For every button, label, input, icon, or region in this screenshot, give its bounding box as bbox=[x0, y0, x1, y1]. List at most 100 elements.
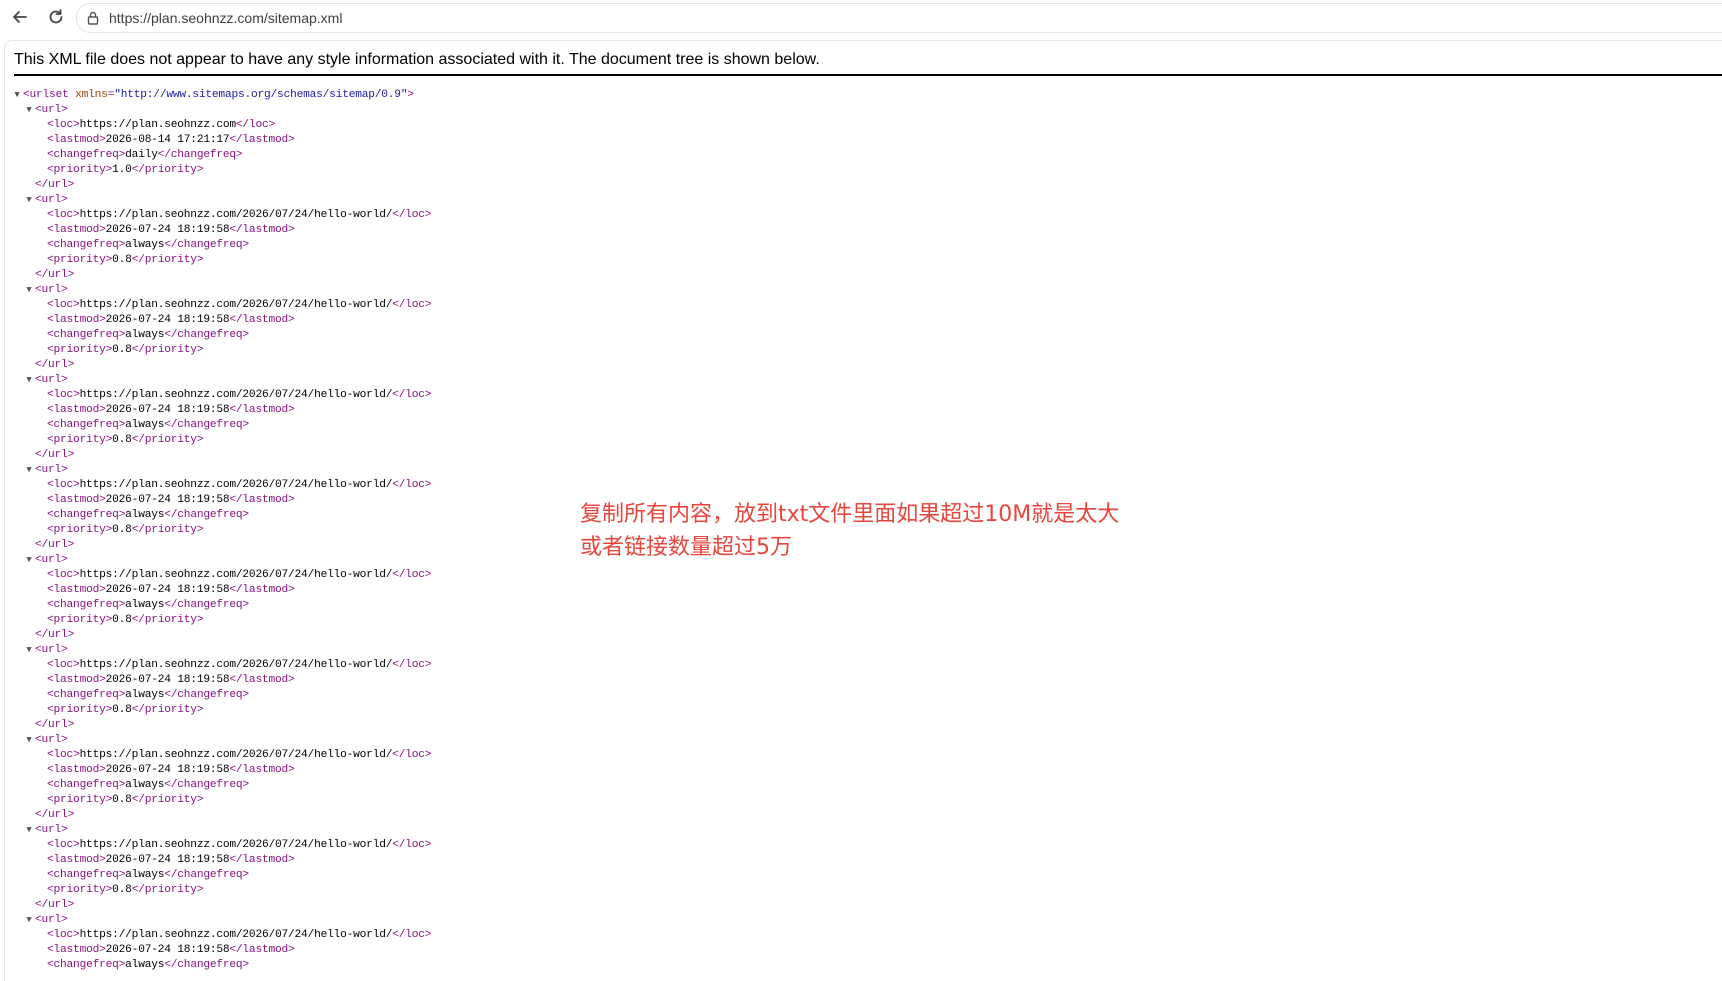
url-lastmod-line: <lastmod>2026-07-24 18:19:58</lastmod> bbox=[5, 673, 1722, 688]
url-element-open: ▼ <url> bbox=[5, 913, 1722, 928]
tag-priority-close: </priority> bbox=[131, 704, 204, 716]
url-priority-value: 0.8 bbox=[112, 884, 132, 896]
tag-loc-open: <loc> bbox=[47, 839, 80, 851]
tag-lastmod-close: </lastmod> bbox=[229, 404, 295, 416]
url-priority-value: 0.8 bbox=[112, 524, 132, 536]
url-element-close: </url> bbox=[5, 178, 1722, 193]
collapse-toggle-icon[interactable]: ▼ bbox=[12, 88, 22, 103]
back-button[interactable] bbox=[6, 4, 34, 30]
url-element-open: ▼ <url> bbox=[5, 733, 1722, 748]
collapse-toggle-icon[interactable]: ▼ bbox=[24, 553, 34, 568]
tag-priority-close: </priority> bbox=[131, 884, 204, 896]
reload-button[interactable] bbox=[42, 4, 70, 30]
url-loc-line: <loc>https://plan.seohnzz.com/2026/07/24… bbox=[5, 478, 1722, 493]
url-changefreq-value: always bbox=[125, 689, 165, 701]
url-loc-line: <loc>https://plan.seohnzz.com/2026/07/24… bbox=[5, 658, 1722, 673]
tag-lastmod-close: </lastmod> bbox=[229, 134, 295, 146]
tag-lastmod-open: <lastmod> bbox=[47, 404, 106, 416]
url-element-open: ▼ <url> bbox=[5, 643, 1722, 658]
annotation-line-2: 或者链接数量超过5万 bbox=[580, 535, 792, 560]
tag-lastmod-open: <lastmod> bbox=[47, 494, 106, 506]
tag-lastmod-close: </lastmod> bbox=[229, 854, 295, 866]
url-loc-value: https://plan.seohnzz.com/2026/07/24/hell… bbox=[79, 659, 393, 671]
url-loc-line: <loc>https://plan.seohnzz.com/2026/07/24… bbox=[5, 568, 1722, 583]
tag-loc-close: </loc> bbox=[392, 749, 432, 761]
url-lastmod-value: 2026-07-24 18:19:58 bbox=[105, 494, 230, 506]
lock-icon[interactable] bbox=[85, 10, 101, 26]
tag-loc-close: </loc> bbox=[392, 389, 432, 401]
tag-url-close: </url> bbox=[35, 809, 75, 821]
collapse-toggle-icon[interactable]: ▼ bbox=[24, 373, 34, 388]
tag-priority-open: <priority> bbox=[47, 614, 113, 626]
tag-lastmod-open: <lastmod> bbox=[47, 224, 106, 236]
url-changefreq-line: <changefreq>always</changefreq> bbox=[5, 778, 1722, 793]
url-priority-line: <priority>0.8</priority> bbox=[5, 253, 1722, 268]
url-changefreq-value: always bbox=[125, 869, 165, 881]
tag-loc-close: </loc> bbox=[392, 569, 432, 581]
tag-changefreq-open: <changefreq> bbox=[47, 329, 126, 341]
tag-loc-open: <loc> bbox=[47, 479, 80, 491]
url-changefreq-value: always bbox=[125, 509, 165, 521]
tag-url-open: <url> bbox=[35, 914, 68, 926]
address-bar[interactable]: https://plan.seohnzz.com/sitemap.xml bbox=[76, 3, 1722, 33]
collapse-toggle-icon[interactable]: ▼ bbox=[24, 823, 34, 838]
tag-changefreq-open: <changefreq> bbox=[47, 599, 126, 611]
tag-priority-close: </priority> bbox=[131, 344, 204, 356]
url-lastmod-line: <lastmod>2026-07-24 18:19:58</lastmod> bbox=[5, 853, 1722, 868]
url-loc-value: https://plan.seohnzz.com/2026/07/24/hell… bbox=[79, 389, 393, 401]
collapse-toggle-icon[interactable]: ▼ bbox=[24, 913, 34, 928]
tag-changefreq-close: </changefreq> bbox=[164, 419, 249, 431]
collapse-toggle-icon[interactable]: ▼ bbox=[24, 193, 34, 208]
tag-url-close: </url> bbox=[35, 179, 75, 191]
address-bar-url[interactable]: https://plan.seohnzz.com/sitemap.xml bbox=[109, 10, 342, 26]
tag-loc-close: </loc> bbox=[392, 659, 432, 671]
collapse-toggle-icon[interactable]: ▼ bbox=[24, 103, 34, 118]
url-element-open: ▼ <url> bbox=[5, 373, 1722, 388]
browser-toolbar: https://plan.seohnzz.com/sitemap.xml bbox=[0, 0, 1722, 34]
tag-loc-open: <loc> bbox=[47, 929, 80, 941]
url-priority-line: <priority>0.8</priority> bbox=[5, 883, 1722, 898]
tag-changefreq-open: <changefreq> bbox=[47, 149, 126, 161]
collapse-toggle-icon[interactable]: ▼ bbox=[24, 283, 34, 298]
url-changefreq-line: <changefreq>always</changefreq> bbox=[5, 328, 1722, 343]
url-changefreq-line: <changefreq>always</changefreq> bbox=[5, 598, 1722, 613]
tag-url-close: </url> bbox=[35, 269, 75, 281]
url-lastmod-line: <lastmod>2026-07-24 18:19:58</lastmod> bbox=[5, 403, 1722, 418]
url-loc-line: <loc>https://plan.seohnzz.com/2026/07/24… bbox=[5, 928, 1722, 943]
url-changefreq-value: daily bbox=[125, 149, 158, 161]
tag-changefreq-close: </changefreq> bbox=[164, 239, 249, 251]
url-priority-value: 0.8 bbox=[112, 794, 132, 806]
tag-url-close: </url> bbox=[35, 899, 75, 911]
url-priority-value: 0.8 bbox=[112, 344, 132, 356]
tag-lastmod-close: </lastmod> bbox=[229, 944, 295, 956]
tag-lastmod-open: <lastmod> bbox=[47, 314, 106, 326]
url-element-close: </url> bbox=[5, 448, 1722, 463]
url-loc-line: <loc>https://plan.seohnzz.com/2026/07/24… bbox=[5, 838, 1722, 853]
tag-lastmod-close: </lastmod> bbox=[229, 224, 295, 236]
tag-lastmod-close: </lastmod> bbox=[229, 674, 295, 686]
url-lastmod-value: 2026-07-24 18:19:58 bbox=[105, 224, 230, 236]
url-changefreq-value: always bbox=[125, 329, 165, 341]
url-lastmod-line: <lastmod>2026-07-24 18:19:58</lastmod> bbox=[5, 943, 1722, 958]
url-changefreq-value: always bbox=[125, 599, 165, 611]
tag-priority-open: <priority> bbox=[47, 884, 113, 896]
url-changefreq-value: always bbox=[125, 959, 165, 971]
collapse-toggle-icon[interactable]: ▼ bbox=[24, 733, 34, 748]
url-priority-line: <priority>1.0</priority> bbox=[5, 163, 1722, 178]
tag-url-close: </url> bbox=[35, 629, 75, 641]
back-arrow-icon bbox=[13, 11, 27, 23]
collapse-toggle-icon[interactable]: ▼ bbox=[24, 463, 34, 478]
url-priority-line: <priority>0.8</priority> bbox=[5, 343, 1722, 358]
collapse-toggle-icon[interactable]: ▼ bbox=[24, 643, 34, 658]
tag-priority-open: <priority> bbox=[47, 434, 113, 446]
url-element-open: ▼ <url> bbox=[5, 193, 1722, 208]
url-lastmod-value: 2026-07-24 18:19:58 bbox=[105, 404, 230, 416]
url-lastmod-value: 2026-07-24 18:19:58 bbox=[105, 314, 230, 326]
annotation-line-1: 复制所有内容，放到txt文件里面如果超过10M就是太大 bbox=[580, 502, 1120, 527]
tag-loc-close: </loc> bbox=[392, 479, 432, 491]
tag-url-close: </url> bbox=[35, 539, 75, 551]
red-annotation: 复制所有内容，放到txt文件里面如果超过10M就是太大 或者链接数量超过5万 bbox=[580, 498, 1119, 564]
url-element-close: </url> bbox=[5, 898, 1722, 913]
tag-loc-open: <loc> bbox=[47, 209, 80, 221]
tag-loc-open: <loc> bbox=[47, 749, 80, 761]
